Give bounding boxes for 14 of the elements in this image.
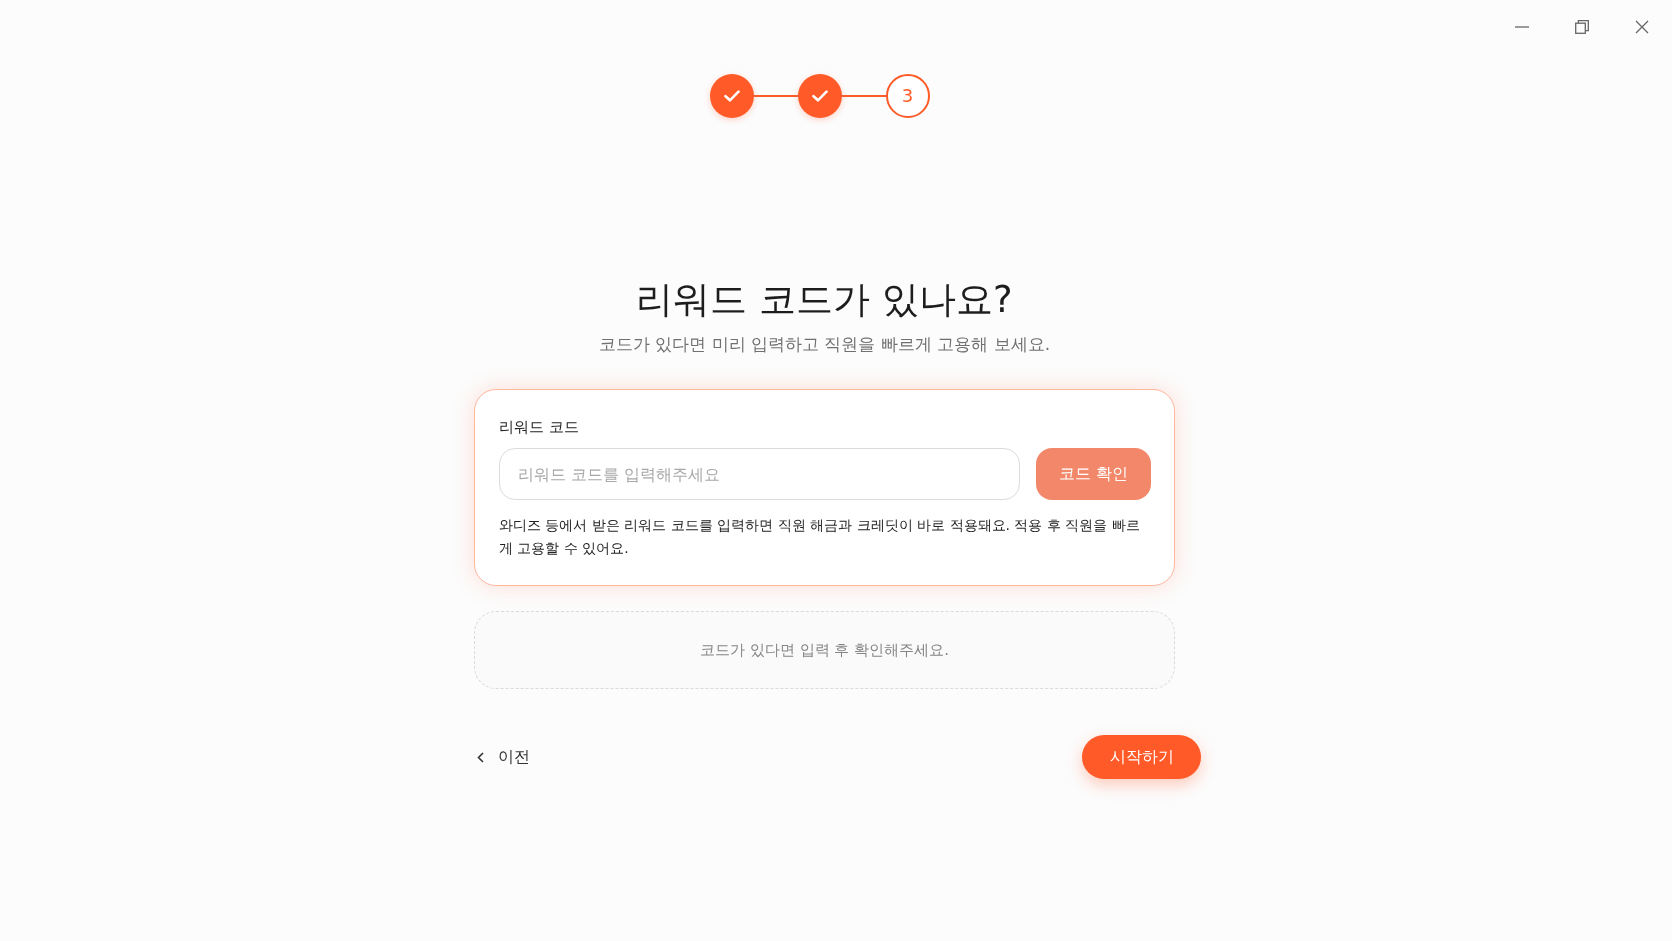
back-button[interactable]: 이전	[477, 745, 530, 769]
check-icon	[811, 90, 828, 102]
start-button[interactable]: 시작하기	[1082, 735, 1201, 779]
chevron-left-icon	[477, 751, 484, 763]
page-subtitle: 코드가 있다면 미리 입력하고 직원을 빠르게 고용해 보세요.	[598, 333, 1051, 356]
status-message: 코드가 있다면 입력 후 확인해주세요.	[700, 639, 949, 661]
step-indicator: 3	[885, 74, 930, 118]
close-icon[interactable]	[1635, 20, 1649, 34]
help-text: 와디즈 등에서 받은 리워드 코드를 입력하면 직원 해금과 크레딧이 바로 적용돼요. 적용 후 직원을 빠르게 고용할 수 있어요.	[499, 516, 1141, 558]
restore-icon[interactable]	[1575, 20, 1589, 34]
field-label: 리워드 코드	[499, 417, 580, 438]
check-icon	[723, 90, 740, 102]
reward-code-input[interactable]: 리워드 코드를 입력해주세요	[499, 448, 1020, 500]
page-title: 리워드 코드가 있나요?	[636, 277, 1013, 323]
